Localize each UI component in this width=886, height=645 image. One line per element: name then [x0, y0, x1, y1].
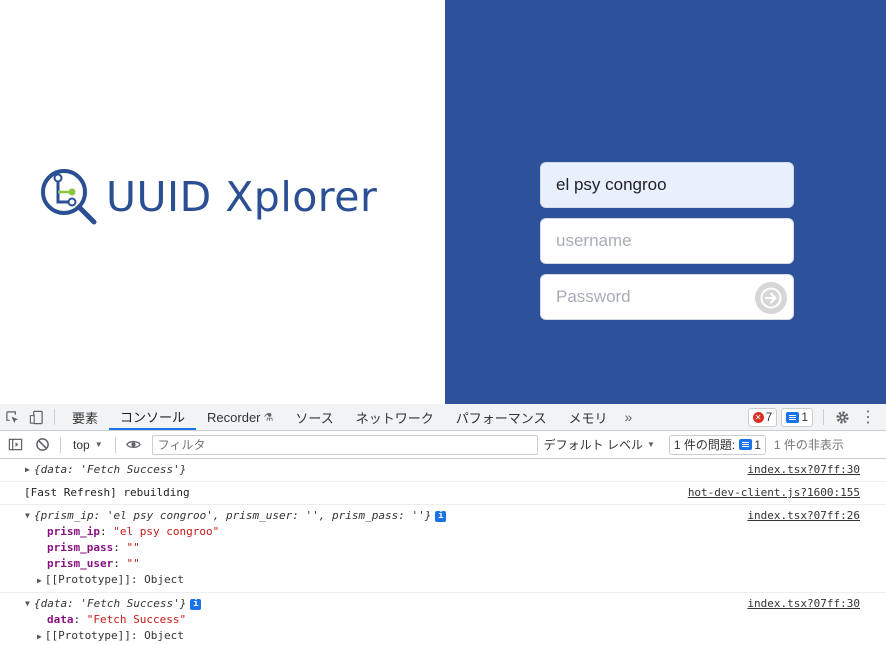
- prototype-row[interactable]: ▶ [[Prototype]]: Object: [24, 572, 886, 589]
- username-input[interactable]: [556, 231, 778, 251]
- dropdown-caret-icon: ▼: [94, 440, 103, 449]
- tabbar-right: ✕ 7 1 ⋮: [747, 404, 886, 430]
- submit-button[interactable]: [755, 282, 787, 314]
- message-text: {data: 'Fetch Success'}: [34, 597, 187, 610]
- divider: [60, 436, 61, 453]
- eye-icon[interactable]: [122, 432, 146, 458]
- source-link[interactable]: index.tsx?07ff:30: [747, 596, 860, 612]
- divider: [823, 409, 824, 425]
- message-text: {data: 'Fetch Success'}: [34, 463, 187, 476]
- object-property: prism_ip: "el psy congroo": [47, 525, 220, 538]
- app-page: UUID Xplorer: [0, 0, 886, 404]
- tab-sources[interactable]: ソース: [284, 404, 344, 430]
- clear-console-icon[interactable]: [30, 432, 54, 458]
- tab-network[interactable]: ネットワーク: [345, 404, 445, 430]
- tab-recorder[interactable]: Recorder ⚗: [196, 404, 284, 430]
- gear-icon[interactable]: [830, 404, 854, 430]
- object-property: data: "Fetch Success": [47, 613, 187, 626]
- divider: [114, 436, 116, 453]
- issues-label: 1 件の問題:: [673, 438, 736, 452]
- message-count-badge[interactable]: 1: [781, 407, 813, 427]
- info-icon: i: [190, 598, 202, 610]
- expand-triangle-icon[interactable]: ▶: [25, 462, 30, 478]
- error-icon: ✕: [752, 411, 764, 423]
- collapse-triangle-icon[interactable]: ▼: [25, 508, 30, 524]
- expand-triangle-icon[interactable]: ▶: [37, 576, 42, 585]
- info-icon: i: [435, 510, 447, 522]
- console-filterbar: top ▼ デフォルト レベル ▼ 1 件の問題: 1 1 件の非表示: [0, 431, 886, 459]
- devtools-panel: 要素 コンソール Recorder ⚗ ソース ネットワーク パフォーマンス メ…: [0, 404, 886, 645]
- tab-memory[interactable]: メモリ: [558, 404, 619, 430]
- prism-ip-field[interactable]: [540, 162, 794, 208]
- divider: [54, 409, 55, 425]
- inspect-element-icon[interactable]: [0, 404, 24, 430]
- more-options-icon[interactable]: ⋮: [854, 407, 886, 427]
- logo-text: UUID Xplorer: [106, 173, 378, 221]
- error-count-badge[interactable]: ✕ 7: [747, 407, 778, 427]
- message-text: [Fast Refresh] rebuilding: [24, 486, 190, 499]
- log-levels-select[interactable]: デフォルト レベル ▼: [544, 436, 655, 453]
- console-message[interactable]: ▼ {data: 'Fetch Success'} i index.tsx?07f…: [0, 593, 886, 645]
- error-count: 7: [765, 410, 773, 424]
- hidden-messages-count: 1 件の非表示: [773, 438, 844, 452]
- message-count: 1: [801, 410, 808, 424]
- expand-triangle-icon[interactable]: ▶: [37, 632, 42, 641]
- more-tabs-icon[interactable]: »: [619, 409, 639, 425]
- console-filter-input[interactable]: [157, 437, 532, 452]
- tab-recorder-label: Recorder: [207, 409, 261, 425]
- object-property: prism_pass: "": [47, 541, 140, 554]
- tab-console[interactable]: コンソール: [109, 404, 197, 430]
- magnifier-logo-icon: [41, 169, 97, 225]
- context-value: top: [73, 437, 90, 452]
- device-toolbar-icon[interactable]: [24, 404, 48, 430]
- object-property: prism_user: "": [47, 557, 140, 570]
- issue-icon: [739, 439, 753, 450]
- prism-ip-input[interactable]: [556, 175, 778, 195]
- app-logo: UUID Xplorer: [38, 166, 377, 228]
- dropdown-caret-icon: ▼: [646, 440, 655, 449]
- devtools-tabbar: 要素 コンソール Recorder ⚗ ソース ネットワーク パフォーマンス メ…: [0, 404, 886, 431]
- tab-elements[interactable]: 要素: [61, 404, 109, 430]
- console-message[interactable]: ▼ {prism_ip: 'el psy congroo', prism_use…: [0, 505, 886, 593]
- source-link[interactable]: index.tsx?07ff:26: [747, 508, 860, 524]
- branding-pane: UUID Xplorer: [0, 0, 445, 404]
- collapse-triangle-icon[interactable]: ▼: [25, 596, 30, 612]
- log-levels-label: デフォルト レベル: [543, 438, 643, 452]
- tab-performance[interactable]: パフォーマンス: [445, 404, 558, 430]
- issues-button[interactable]: 1 件の問題: 1: [668, 434, 766, 455]
- password-field[interactable]: [540, 274, 794, 320]
- username-field[interactable]: [540, 218, 794, 264]
- arrow-right-circle-icon: [760, 287, 782, 309]
- source-link[interactable]: hot-dev-client.js?1600:155: [688, 485, 860, 501]
- console-message: [Fast Refresh] rebuilding hot-dev-client…: [0, 482, 886, 505]
- prototype-row[interactable]: ▶ [[Prototype]]: Object: [24, 628, 886, 645]
- sidebar-toggle-icon[interactable]: [0, 432, 30, 458]
- console-message[interactable]: ▶ {data: 'Fetch Success'} index.tsx?07ff…: [0, 459, 886, 482]
- issues-count: 1: [754, 437, 761, 452]
- flask-icon: ⚗: [263, 411, 274, 424]
- context-select[interactable]: top ▼: [67, 438, 109, 452]
- message-text: {prism_ip: 'el psy congroo', prism_user:…: [34, 509, 432, 522]
- message-icon: [786, 411, 800, 423]
- source-link[interactable]: index.tsx?07ff:30: [747, 462, 860, 478]
- console-filter-field[interactable]: [151, 434, 538, 455]
- login-pane: [445, 0, 886, 404]
- password-input[interactable]: [556, 287, 778, 307]
- console-messages: ▶ {data: 'Fetch Success'} index.tsx?07ff…: [0, 459, 886, 645]
